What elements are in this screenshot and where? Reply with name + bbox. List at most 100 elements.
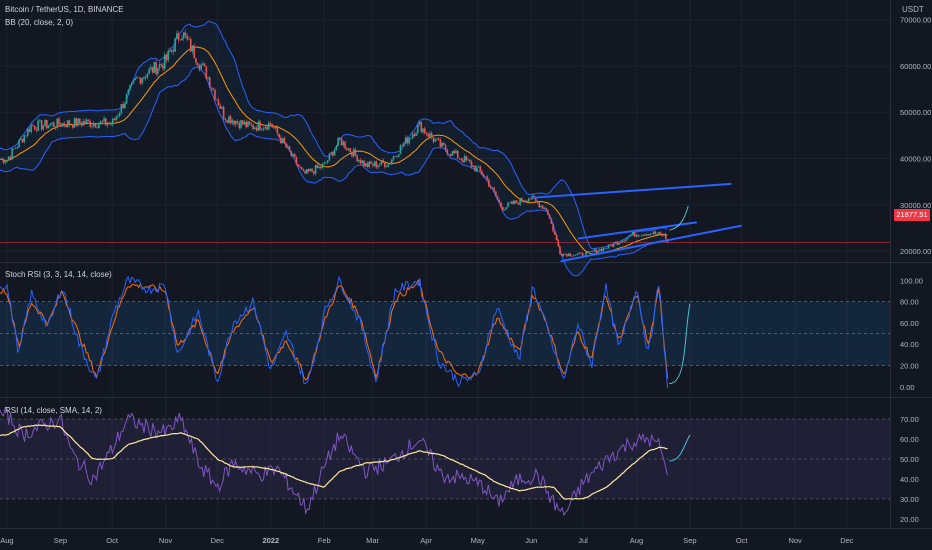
candle-body (332, 152, 334, 156)
candle-body (425, 132, 428, 134)
candle-body (512, 201, 514, 204)
chart-canvas[interactable]: Aug Sep Oct Nov Dec 2022 Feb Mar Apr May Jun Jul Aug… (0, 0, 932, 550)
candle-body (297, 164, 300, 167)
stoch-rsi-legend[interactable]: Stoch RSI (3, 3, 14, 14, close) (5, 270, 112, 279)
candle-body (633, 232, 636, 237)
candle-body (117, 115, 119, 118)
candle-body (191, 45, 194, 52)
candle-body (604, 247, 606, 249)
candle-body (78, 118, 81, 123)
candle-body (276, 127, 279, 134)
candle-body (368, 161, 371, 167)
candle-body (33, 126, 36, 130)
candle-body (628, 236, 631, 238)
time-axis-label: Sep (683, 536, 696, 545)
candle-body (278, 133, 280, 138)
candle-body (664, 234, 667, 240)
time-axis-label: Nov (788, 536, 802, 545)
stoch-axis-label: 60.00 (900, 319, 919, 328)
candle-body (146, 74, 149, 78)
candle-body (35, 129, 38, 131)
candle-body (659, 232, 662, 234)
candle-body (505, 207, 508, 210)
candle-body (262, 128, 265, 130)
candle-body (84, 121, 86, 124)
candle-body (540, 205, 542, 208)
candle-body (104, 118, 107, 126)
candle-body (472, 165, 475, 168)
candle-body (318, 166, 320, 169)
time-axis-label: Aug (0, 536, 13, 545)
candle-body (463, 156, 466, 163)
time-axis-label: Mar (366, 536, 379, 545)
candle-body (37, 120, 39, 131)
candle-body (422, 128, 424, 133)
candle-body (304, 170, 306, 174)
candle-body (108, 123, 111, 125)
candle-body (377, 165, 379, 168)
candle-body (127, 89, 130, 95)
candle-body (94, 123, 97, 128)
candle-body (144, 76, 147, 78)
candle-body (456, 150, 459, 159)
candle-body (387, 162, 390, 167)
candle-body (498, 199, 501, 203)
candle-body (302, 169, 305, 171)
symbol-legend[interactable]: Bitcoin / TetherUS, 1D, BINANCE (5, 5, 124, 14)
candle-body (385, 166, 388, 168)
candle-body (527, 198, 530, 202)
candle-body (158, 63, 161, 69)
candle-body (14, 148, 17, 149)
candle-body (642, 234, 645, 236)
candle-body (226, 120, 228, 123)
candle-body (541, 205, 544, 209)
candle-body (115, 117, 117, 121)
candle-body (124, 103, 126, 109)
candle-body (352, 149, 355, 157)
candle-body (234, 121, 237, 125)
candle-body (165, 54, 168, 61)
candle-body (576, 253, 579, 255)
rsi-axis-label: 20.00 (900, 515, 919, 524)
candle-body (567, 253, 570, 257)
candle-body (91, 125, 93, 127)
candle-body (375, 161, 378, 168)
candle-body (475, 167, 478, 172)
candle-body (545, 207, 547, 211)
candle-body (281, 138, 284, 144)
rsi-axis-label: 30.00 (900, 495, 919, 504)
candle-body (260, 129, 263, 131)
candle-body (224, 118, 227, 121)
candle-body (169, 50, 171, 52)
candle-body (271, 124, 274, 128)
candle-body (68, 120, 71, 125)
candle-body (486, 176, 488, 180)
candle-body (16, 147, 19, 149)
candle-body (295, 157, 298, 165)
candle-body (423, 128, 426, 133)
candle-body (309, 168, 312, 172)
candle-body (6, 159, 8, 162)
candle-body (186, 35, 189, 40)
candle-body (524, 200, 527, 202)
candle-body (240, 120, 242, 128)
candle-body (588, 251, 591, 252)
candle-body (437, 138, 440, 140)
candle-body (536, 200, 539, 203)
candle-body (632, 232, 634, 236)
bb-indicator-legend[interactable]: BB (20, close, 2, 0) (5, 18, 73, 27)
candle-body (443, 142, 445, 146)
candle-body (87, 119, 90, 121)
rsi-legend[interactable]: RSI (14, close, SMA, 14, 2) (5, 406, 102, 415)
candle-body (299, 166, 301, 168)
candle-body (380, 160, 383, 165)
candle-body (189, 39, 192, 52)
candle-body (139, 77, 142, 84)
candle-body (287, 146, 289, 148)
candle-body (326, 160, 329, 163)
time-axis-label: Dec (840, 536, 854, 545)
candle-body (534, 198, 537, 201)
candle-body (300, 167, 303, 170)
candle-body (651, 233, 653, 235)
candle-body (311, 168, 313, 172)
